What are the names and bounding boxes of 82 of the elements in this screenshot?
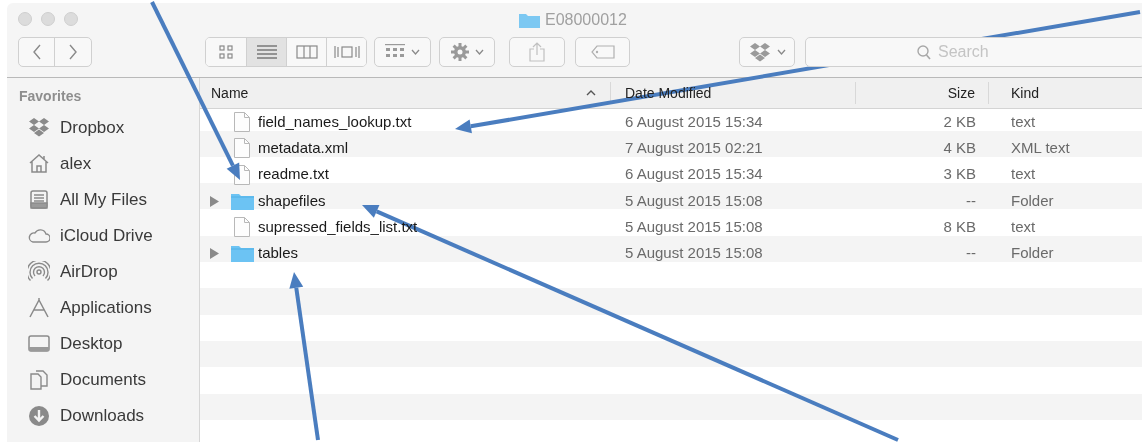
window-title: E08000012 [545,10,627,30]
sidebar-item[interactable]: All My Files [7,182,199,218]
table-cell-text: 6 August 2015 15:34 [624,111,764,132]
caret-icon [411,49,420,55]
sidebar-item[interactable]: iCloud Drive [7,218,199,254]
folder-icon [230,245,254,263]
file-name: field_names_lookup.txt [258,111,412,132]
view-mode-control[interactable] [205,37,367,67]
disclosure-triangle-icon[interactable] [210,248,219,260]
file-name: shapefiles [258,190,326,211]
airdrop-icon [28,261,50,283]
sidebar-item[interactable]: alex [7,146,199,182]
documents-icon [28,369,50,391]
minimize-button[interactable] [41,11,55,26]
chevron-left-icon [31,44,42,60]
table-cell-text: 6 August 2015 15:34 [624,164,764,185]
sidebar-heading: Favorites [18,87,83,106]
dropbox-icon [28,117,50,139]
document-icon [234,112,250,133]
caret-icon [776,49,786,55]
arrange-button[interactable] [374,37,431,67]
columns-icon [295,45,318,59]
share-button[interactable] [509,37,565,67]
folder-icon [230,192,254,210]
chevron-right-icon [68,44,78,60]
column-label: Size [947,85,975,101]
file-name: readme.txt [258,164,329,185]
table-cell-text: 2 KB [942,111,977,132]
table-cell-text: text [1010,164,1037,185]
grid-icon [219,45,233,59]
table-cell-text: text [1010,217,1037,238]
table-cell-text: Folder [1010,190,1055,211]
column-header[interactable]: Name [200,82,611,104]
file-name: metadata.xml [258,138,349,159]
table-cell-text: -- [965,190,977,211]
column-label: Name [211,84,249,103]
list-icon [256,45,277,59]
disclosure-triangle-icon[interactable] [210,195,219,207]
dropbox-button[interactable] [739,37,795,67]
gear-icon [450,43,469,61]
sidebar-item[interactable]: Downloads [7,398,199,434]
document-icon [234,217,250,238]
sidebar-item[interactable]: Documents [7,362,199,398]
share-icon [529,42,545,62]
document-icon [234,138,250,159]
view-mode-button[interactable] [326,38,366,66]
folder-icon [519,12,540,28]
download-icon [28,405,50,427]
file-cabinet-icon [28,189,50,211]
sidebar-item[interactable]: Desktop [7,326,199,362]
table-cell-text: 5 August 2015 15:08 [624,190,764,211]
zoom-button[interactable] [64,11,78,26]
table-cell-text: 3 KB [942,164,977,185]
table-cell-text: 5 August 2015 15:08 [624,217,764,238]
tag-icon [590,45,615,59]
dropbox-icon [748,42,771,62]
monitor-icon [28,333,50,355]
table-cell-text: text [1010,111,1037,132]
cover-flow-icon [333,45,360,59]
compass-icon [28,297,50,319]
column-header[interactable]: Size [856,82,989,104]
caret-icon [474,49,484,55]
table-cell-text: Folder [1010,243,1055,264]
arrange-icon [385,44,405,60]
table-cell-text: 4 KB [942,138,977,159]
sidebar-item[interactable]: Dropbox [7,110,199,146]
column-label: Kind [1011,85,1040,101]
table-cell-text: 8 KB [942,217,977,238]
column-header[interactable]: Kind [989,82,1142,104]
house-icon [28,153,50,175]
tag-button[interactable] [575,37,630,67]
table-cell-text: 7 August 2015 02:21 [624,138,764,159]
file-name: tables [258,243,299,264]
sidebar-item[interactable]: AirDrop [7,254,199,290]
table-cell-text: XML text [1010,138,1071,159]
search-icon [917,45,931,60]
table-cell-text: -- [965,243,977,264]
action-button[interactable] [439,37,495,67]
close-button[interactable] [18,11,32,26]
sidebar-item[interactable]: Applications [7,290,199,326]
table-cell-text: 5 August 2015 15:08 [624,243,764,264]
view-mode-button[interactable] [246,38,286,66]
